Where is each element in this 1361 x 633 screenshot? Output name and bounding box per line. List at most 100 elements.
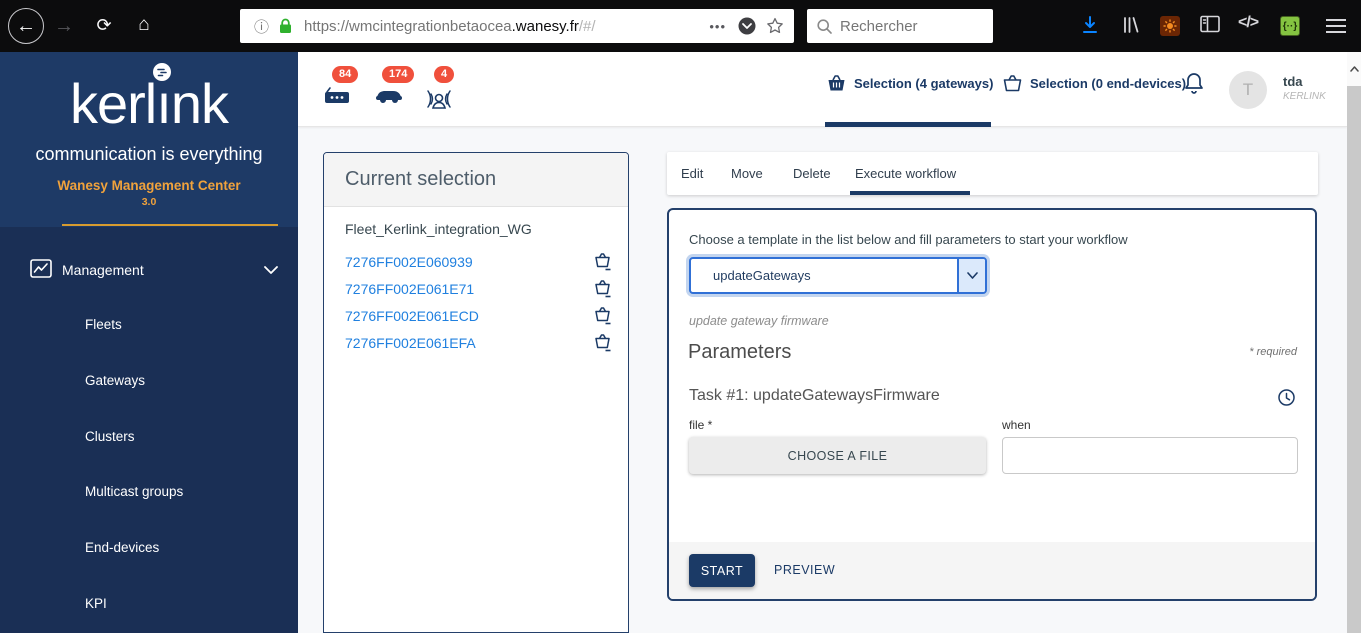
preview-button[interactable]: PREVIEW <box>774 563 835 577</box>
select-arrow-segment[interactable] <box>957 259 985 292</box>
sidebar: kerlı nk communication is everything Wane… <box>0 52 298 633</box>
sidebar-item-gateways[interactable]: Gateways <box>85 373 145 388</box>
file-field-label: file * <box>689 418 713 432</box>
url-path: /#/ <box>578 17 596 35</box>
remove-from-selection-icon[interactable] <box>594 252 612 271</box>
fleet-name: Fleet_Kerlink_integration_WG <box>345 221 532 237</box>
gateway-link[interactable]: 7276FF002E061EFA <box>345 335 476 351</box>
gateway-row: 7276FF002E061ECD <box>345 302 612 329</box>
sidebar-branding: kerlı nk communication is everything Wane… <box>0 52 298 227</box>
when-field-label: when <box>1002 418 1031 432</box>
start-button[interactable]: START <box>689 554 755 587</box>
gateway-row: 7276FF002E060939 <box>345 248 612 275</box>
count-badge: 84 <box>332 66 359 83</box>
gateway-row: 7276FF002E061E71 <box>345 275 612 302</box>
sidebar-item-multicast-groups[interactable]: Multicast groups <box>85 484 183 499</box>
forward-icon: → <box>54 14 74 37</box>
vehicle-status-badge[interactable]: 174 <box>374 66 424 116</box>
broadcast-status-badge[interactable]: 4 <box>426 66 476 116</box>
chevron-down-icon <box>966 272 978 279</box>
site-info-icon[interactable]: ⓘ <box>254 16 269 37</box>
gateway-link[interactable]: 7276FF002E061ECD <box>345 308 479 324</box>
home-button[interactable]: ⌂ <box>132 13 156 37</box>
gateway-link[interactable]: 7276FF002E061E71 <box>345 281 474 297</box>
avatar[interactable]: T <box>1229 71 1267 109</box>
selection-end-devices-label: Selection (0 end-devices) <box>1030 75 1187 91</box>
user-org: KERLINK <box>1283 91 1326 102</box>
page-actions-icon[interactable]: ••• <box>709 19 726 34</box>
gold-divider <box>62 224 278 226</box>
bookmark-star-icon[interactable] <box>766 17 784 35</box>
remove-from-selection-icon[interactable] <box>594 333 612 352</box>
avatar-initial: T <box>1242 80 1254 99</box>
sidebar-item-label: Management <box>62 262 144 278</box>
scroll-up-button[interactable] <box>1347 52 1361 86</box>
user-name[interactable]: tda <box>1283 74 1303 89</box>
tab-edit[interactable]: Edit <box>681 166 703 181</box>
sidebar-item-kpi[interactable]: KPI <box>85 596 107 611</box>
downloads-icon[interactable] <box>1080 15 1100 35</box>
product-version: 3.0 <box>141 196 157 208</box>
gateway-link[interactable]: 7276FF002E060939 <box>345 254 473 270</box>
count-badge: 174 <box>382 66 415 83</box>
library-icon[interactable] <box>1121 15 1141 35</box>
back-icon: ← <box>16 14 36 37</box>
logo-text-end: nk <box>170 72 229 135</box>
gateway-row: 7276FF002E061EFA <box>345 329 612 356</box>
sidebar-toggle-icon[interactable] <box>1200 15 1220 33</box>
forward-button[interactable]: → <box>52 14 76 38</box>
tab-delete[interactable]: Delete <box>793 166 831 181</box>
active-selection-underline <box>825 122 991 127</box>
parameters-title: Parameters <box>688 341 792 363</box>
reload-icon: ⟳ <box>96 14 112 35</box>
tab-execute-workflow[interactable]: Execute workflow <box>855 166 956 181</box>
app-header: 84 174 4 Selection (4 gateways) Selectio… <box>298 52 1347 127</box>
active-tab-underline <box>850 191 970 195</box>
search-input[interactable] <box>840 17 970 35</box>
menu-icon[interactable] <box>1326 17 1346 35</box>
extension-green-icon[interactable]: {··} <box>1280 16 1300 36</box>
lock-icon[interactable] <box>279 18 292 34</box>
product-name: Wanesy Management Center <box>57 178 241 193</box>
page-scrollbar <box>1347 52 1361 633</box>
action-tabs: Edit Move Delete Execute workflow <box>667 152 1318 195</box>
tab-move[interactable]: Move <box>731 166 763 181</box>
current-selection-title: Current selection <box>345 168 497 190</box>
application-window: ← → ⟳ ⌂ ⓘ https://wmcintegrationbetaocea… <box>0 0 1361 633</box>
sidebar-item-clusters[interactable]: Clusters <box>85 429 135 444</box>
execute-workflow-panel: Choose a template in the list below and … <box>667 208 1317 601</box>
selection-gateways-button[interactable]: Selection (4 gateways) <box>827 74 993 92</box>
logo-tagline: communication is everything <box>35 144 263 164</box>
scrollbar-thumb[interactable] <box>1347 86 1361 633</box>
sidebar-item-end-devices[interactable]: End-devices <box>85 540 159 555</box>
selection-end-devices-button[interactable]: Selection (0 end-devices) <box>1003 74 1186 92</box>
sidebar-item-management[interactable]: Management <box>0 255 298 285</box>
logo-dot-icon <box>153 63 172 81</box>
current-selection-panel: Current selection Fleet_Kerlink_integrat… <box>323 152 629 633</box>
logo-text: kerl <box>70 72 157 135</box>
url-bar[interactable]: ⓘ https://wmcintegrationbetaocea.wanesy.… <box>240 9 794 43</box>
remove-from-selection-icon[interactable] <box>594 306 612 325</box>
count-badge: 4 <box>434 66 455 83</box>
pocket-icon[interactable] <box>738 17 756 35</box>
gateway-status-badge[interactable]: 84 <box>324 66 374 116</box>
template-selected-value: updateGateways <box>713 268 811 283</box>
remove-from-selection-icon[interactable] <box>594 279 612 298</box>
code-inspector-icon[interactable]: </> <box>1238 14 1259 32</box>
choose-file-button[interactable]: CHOOSE A FILE <box>689 437 986 474</box>
template-select[interactable]: updateGateways <box>689 257 987 294</box>
back-button[interactable]: ← <box>8 8 44 44</box>
search-icon <box>817 18 832 34</box>
broadcast-user-icon <box>427 90 451 109</box>
notifications-bell-icon[interactable] <box>1184 72 1204 99</box>
when-input[interactable] <box>1002 437 1298 474</box>
current-selection-body: Fleet_Kerlink_integration_WG 7276FF002E0… <box>324 207 628 356</box>
sidebar-item-fleets[interactable]: Fleets <box>85 317 122 332</box>
extension-orange-icon[interactable] <box>1160 16 1180 36</box>
chevron-down-icon[interactable] <box>264 266 278 274</box>
basket-filled-icon <box>828 75 845 91</box>
reload-button[interactable]: ⟳ <box>92 13 116 37</box>
schedule-clock-icon[interactable] <box>1278 389 1295 406</box>
search-bar[interactable] <box>807 9 993 43</box>
chart-icon <box>30 259 52 278</box>
